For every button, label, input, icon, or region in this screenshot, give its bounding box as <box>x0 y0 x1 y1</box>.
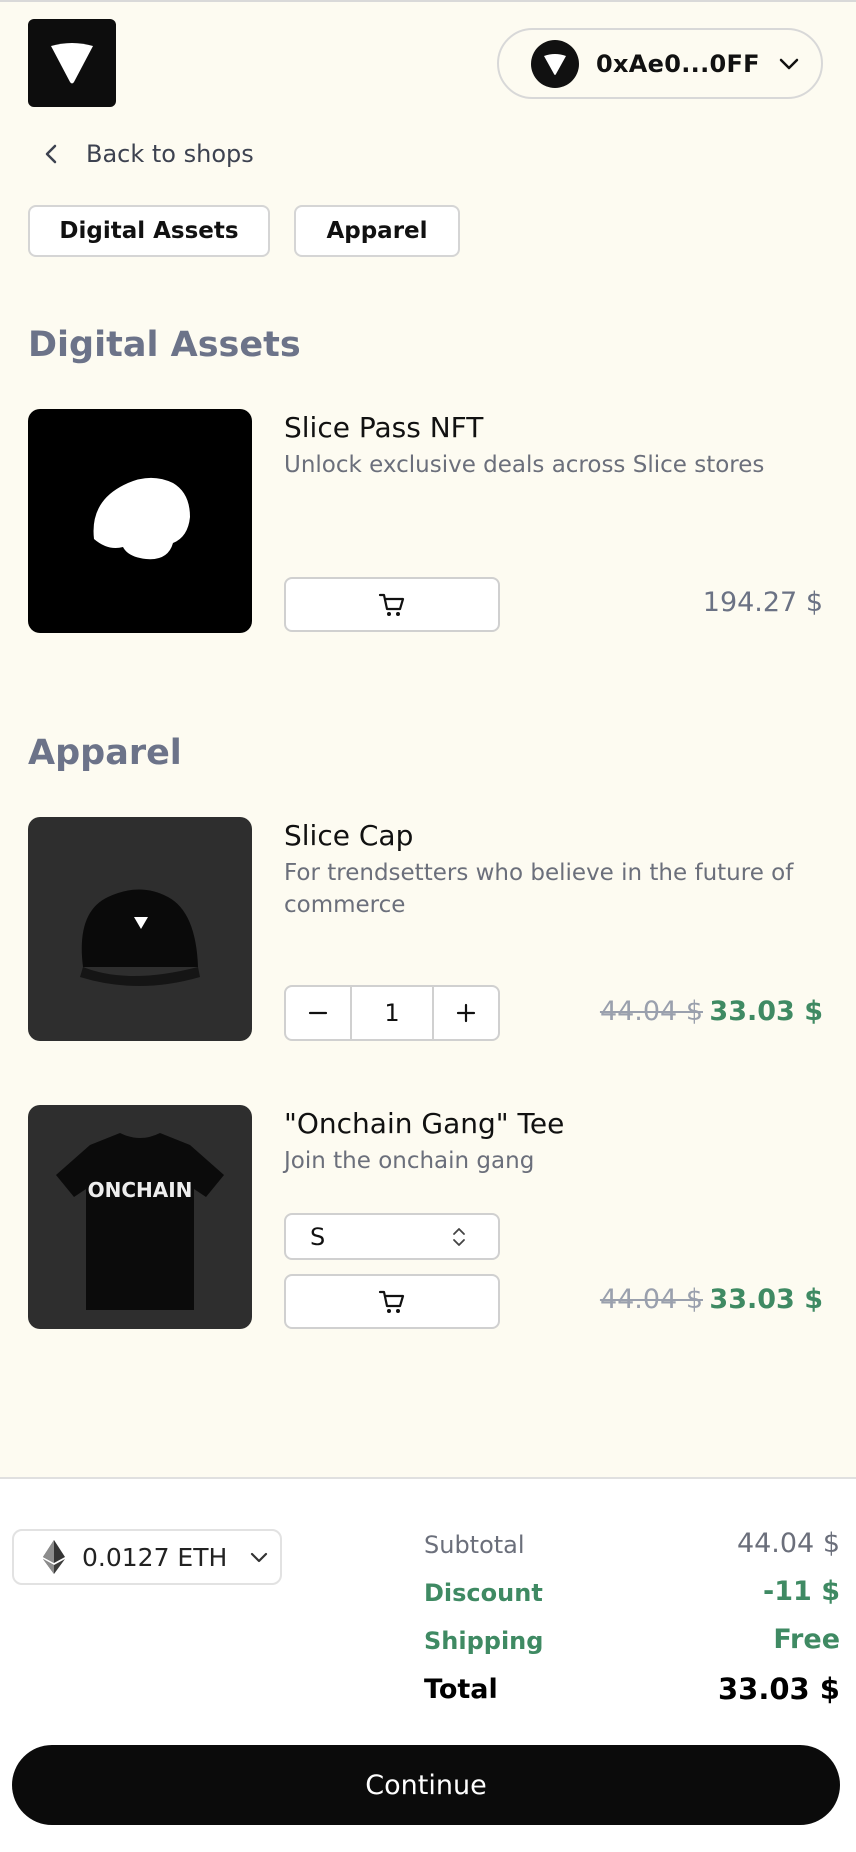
category-digital-assets-button[interactable]: Digital Assets <box>28 205 270 257</box>
wallet-address: 0xAe0...0FF <box>596 49 760 78</box>
category-apparel-button[interactable]: Apparel <box>294 205 460 257</box>
onchain-tee-image[interactable]: ONCHAIN <box>28 1105 252 1329</box>
discount-label: Discount <box>424 1579 543 1607</box>
chevron-down-icon <box>251 1552 268 1563</box>
add-to-cart-button[interactable] <box>284 1274 500 1329</box>
product-name: Slice Cap <box>284 819 414 852</box>
size-select[interactable]: S <box>284 1213 500 1260</box>
shipping-label: Shipping <box>424 1627 544 1655</box>
shop-logo[interactable] <box>28 19 116 107</box>
discounted-price: 33.03 $ <box>709 1284 823 1315</box>
currency-select[interactable]: 0.0127 ETH <box>12 1529 282 1585</box>
ethereum-icon <box>43 1540 65 1574</box>
section-title-digital-assets: Digital Assets <box>28 325 301 365</box>
total-value: 33.03 $ <box>717 1672 840 1706</box>
continue-button[interactable]: Continue <box>12 1745 840 1825</box>
slice-cap-image[interactable] <box>28 817 252 1041</box>
product-description: Unlock exclusive deals across Slice stor… <box>284 452 765 478</box>
discounted-price: 33.03 $ <box>709 996 823 1027</box>
chevron-down-icon <box>779 58 799 69</box>
subtotal-value: 44.04 $ <box>736 1528 840 1559</box>
shipping-value: Free <box>773 1624 840 1655</box>
quantity-value[interactable]: 1 <box>350 987 434 1039</box>
slice-pass-image[interactable] <box>28 409 252 633</box>
cart-icon <box>378 1290 405 1313</box>
original-price: 44.04 $ <box>599 996 703 1027</box>
size-value: S <box>310 1222 326 1251</box>
product-description: For trendsetters who believe in the futu… <box>284 860 794 918</box>
total-label: Total <box>424 1674 498 1705</box>
plus-icon <box>456 1003 476 1023</box>
quantity-stepper[interactable]: 1 <box>284 985 500 1041</box>
slice-logo-icon <box>51 43 93 84</box>
product-description: Join the onchain gang <box>284 1148 535 1174</box>
back-label: Back to shops <box>86 140 254 168</box>
decrease-button[interactable] <box>286 987 350 1039</box>
currency-amount: 0.0127 ETH <box>82 1542 228 1572</box>
product-price: 194.27 $ <box>702 587 823 618</box>
cart-icon <box>378 593 405 616</box>
section-title-apparel: Apparel <box>28 733 182 773</box>
product-name: "Onchain Gang" Tee <box>284 1107 565 1140</box>
shirt-print-text: ONCHAIN <box>88 1178 193 1202</box>
checkout-footer: 0.0127 ETH Subtotal 44.04 $ Discount -11… <box>0 1477 856 1852</box>
discount-value: -11 $ <box>763 1576 840 1607</box>
black-cap-icon <box>80 889 200 986</box>
product-name: Slice Pass NFT <box>284 411 484 444</box>
cap-silhouette-icon <box>93 477 190 560</box>
subtotal-label: Subtotal <box>424 1531 525 1559</box>
chevron-left-icon <box>45 144 57 164</box>
slice-avatar-icon <box>544 53 566 75</box>
add-to-cart-button[interactable] <box>284 577 500 632</box>
original-price: 44.04 $ <box>599 1284 703 1315</box>
chevron-up-down-icon <box>453 1227 465 1246</box>
black-tshirt-icon: ONCHAIN <box>56 1133 224 1310</box>
minus-icon <box>308 1011 328 1015</box>
wallet-avatar <box>531 39 579 88</box>
increase-button[interactable] <box>434 987 498 1039</box>
back-to-shops-link[interactable]: Back to shops <box>44 140 254 168</box>
wallet-button[interactable]: 0xAe0...0FF <box>497 28 823 99</box>
